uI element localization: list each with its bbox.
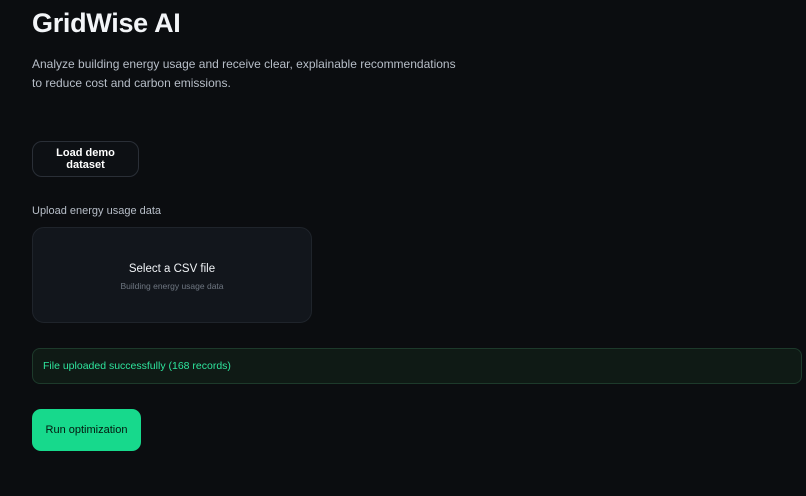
run-optimization-button[interactable]: Run optimization [32,409,141,451]
app-page: GridWise AI Analyze building energy usag… [0,0,806,496]
page-title: GridWise AI [32,8,181,38]
upload-label: Upload energy usage data [32,205,162,217]
page-subtitle: Analyze building energy usage and receiv… [32,57,456,90]
dropzone-hint: Building energy usage data [120,281,224,291]
load-demo-dataset-button[interactable]: Load demo dataset [32,141,139,177]
upload-success-message: File uploaded successfully (168 records) [43,360,231,372]
dropzone-title: Select a CSV file [128,263,216,275]
csv-file-dropzone[interactable]: Select a CSV file Building energy usage … [32,227,312,323]
upload-success-alert: File uploaded successfully (168 records) [32,348,802,384]
